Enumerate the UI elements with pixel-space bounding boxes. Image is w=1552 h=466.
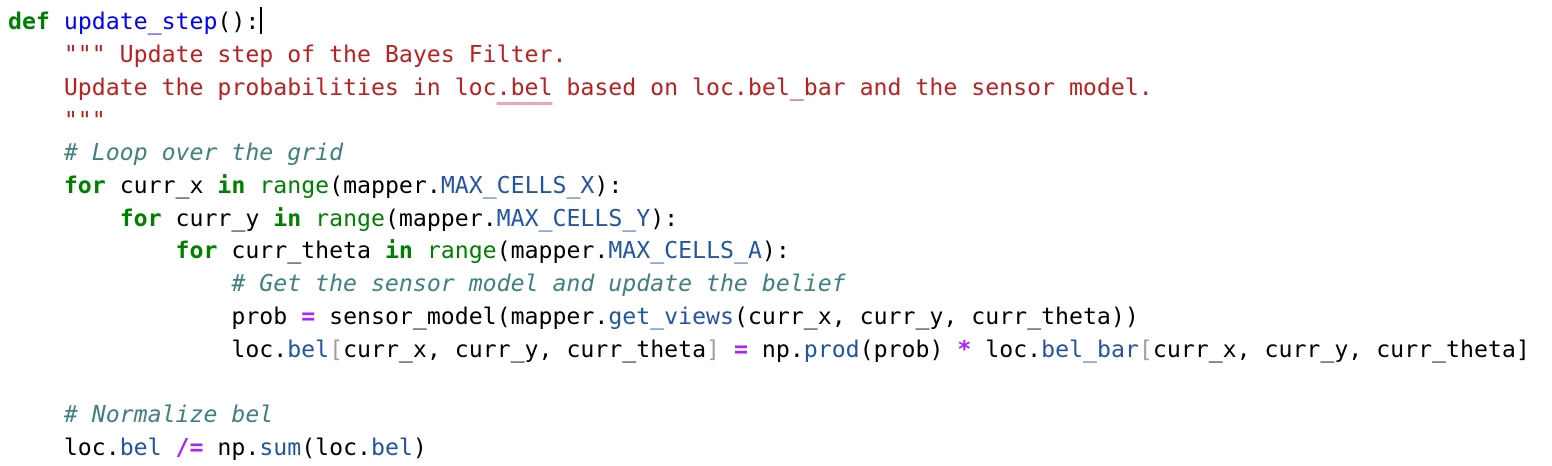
- code-line-10[interactable]: prob = sensor_model(mapper.get_views(cur…: [8, 301, 1139, 333]
- keyword-for: for: [119, 205, 162, 232]
- call-close: ):: [761, 237, 790, 264]
- call-open: (loc.: [301, 434, 372, 461]
- bracket-open: [: [329, 336, 344, 363]
- builtin-range: range: [259, 172, 330, 199]
- operator-assign: =: [733, 336, 748, 363]
- attribute: MAX_CELLS_Y: [496, 205, 651, 232]
- attribute: bel: [287, 336, 330, 363]
- builtin-range: range: [315, 205, 385, 232]
- call-args: (curr_x, curr_y, curr_theta)): [733, 303, 1139, 330]
- code-line-3[interactable]: Update the probabilities in loc.bel base…: [8, 72, 1153, 104]
- code-line-11[interactable]: loc.bel[curr_x, curr_y, curr_theta] = np…: [8, 334, 1530, 366]
- method-name: get_views: [608, 303, 734, 330]
- object-ref: loc.: [63, 434, 120, 461]
- code-editor[interactable]: def update_step(): """ Update step of th…: [0, 0, 1552, 466]
- code-line-8[interactable]: for curr_theta in range(mapper.MAX_CELLS…: [8, 235, 790, 267]
- bracket-close: ]: [1515, 336, 1530, 363]
- call-close: ):: [650, 205, 679, 232]
- keyword-for: for: [175, 237, 218, 264]
- module-ref: np.: [203, 434, 260, 461]
- call-args: (prob): [859, 336, 958, 363]
- operator-multiply: *: [957, 336, 972, 363]
- code-line-9[interactable]: # Get the sensor model and update the be…: [8, 268, 846, 300]
- call-start: sensor_model(mapper.: [315, 303, 609, 330]
- loop-variable: curr_theta: [217, 237, 385, 264]
- keyword-in: in: [217, 172, 246, 199]
- function-sum: sum: [259, 434, 302, 461]
- keyword-in: in: [384, 237, 413, 264]
- loop-variable: curr_x: [105, 172, 218, 199]
- comment: # Get the sensor model and update the be…: [231, 270, 846, 297]
- keyword-def: def: [8, 8, 50, 35]
- code-line-6[interactable]: for curr_x in range(mapper.MAX_CELLS_X):: [8, 170, 622, 202]
- code-line-4[interactable]: """: [8, 105, 106, 137]
- loop-variable: curr_y: [161, 205, 274, 232]
- call-open: (mapper.: [496, 237, 609, 264]
- code-line-5[interactable]: # Loop over the grid: [8, 137, 343, 169]
- comment: # Loop over the grid: [63, 139, 344, 166]
- assignment-target: prob: [231, 303, 302, 330]
- builtin-range: range: [426, 237, 497, 264]
- bracket-open: [: [1138, 336, 1153, 363]
- index-args: curr_x, curr_y, curr_theta: [343, 336, 707, 363]
- call-close: ):: [594, 172, 623, 199]
- code-line-7[interactable]: for curr_y in range(mapper.MAX_CELLS_Y):: [8, 203, 678, 235]
- module-ref: np.: [747, 336, 804, 363]
- docstring-text: Update the probabilities in loc: [63, 74, 497, 101]
- object-ref: loc.: [971, 336, 1042, 363]
- function-name: update_step: [63, 8, 218, 35]
- call-open: (mapper.: [329, 172, 441, 199]
- code-line-14[interactable]: loc.bel /= np.sum(loc.bel): [8, 432, 427, 464]
- code-line-2[interactable]: """ Update step of the Bayes Filter.: [8, 39, 567, 71]
- keyword-for: for: [63, 172, 106, 199]
- attribute: MAX_CELLS_X: [440, 172, 595, 199]
- docstring-text: based on loc.bel_bar and the sensor mode…: [552, 74, 1153, 101]
- keyword-in: in: [273, 205, 302, 232]
- signature: ():: [217, 8, 260, 35]
- code-line-1[interactable]: def update_step():: [8, 6, 263, 38]
- call-open: (mapper.: [384, 205, 497, 232]
- attribute: bel_bar: [1041, 336, 1139, 363]
- object-ref: loc.: [231, 336, 288, 363]
- docstring-close: """: [63, 107, 106, 134]
- attribute: bel: [371, 434, 413, 461]
- code-line-13[interactable]: # Normalize bel: [8, 399, 273, 431]
- attribute: bel: [119, 434, 162, 461]
- function-prod: prod: [803, 336, 860, 363]
- comment: # Normalize bel: [63, 401, 274, 428]
- index-args: curr_x, curr_y, curr_theta: [1152, 336, 1516, 363]
- bracket-close: ]: [706, 336, 721, 363]
- call-close: ): [412, 434, 427, 461]
- operator-assign: =: [301, 303, 316, 330]
- text-cursor: [260, 7, 263, 34]
- operator-divide-assign: /=: [175, 434, 204, 461]
- attribute: MAX_CELLS_A: [608, 237, 762, 264]
- spellcheck-flagged-word: .bel: [496, 74, 553, 101]
- docstring-open: """ Update step of the Bayes Filter.: [63, 41, 567, 68]
